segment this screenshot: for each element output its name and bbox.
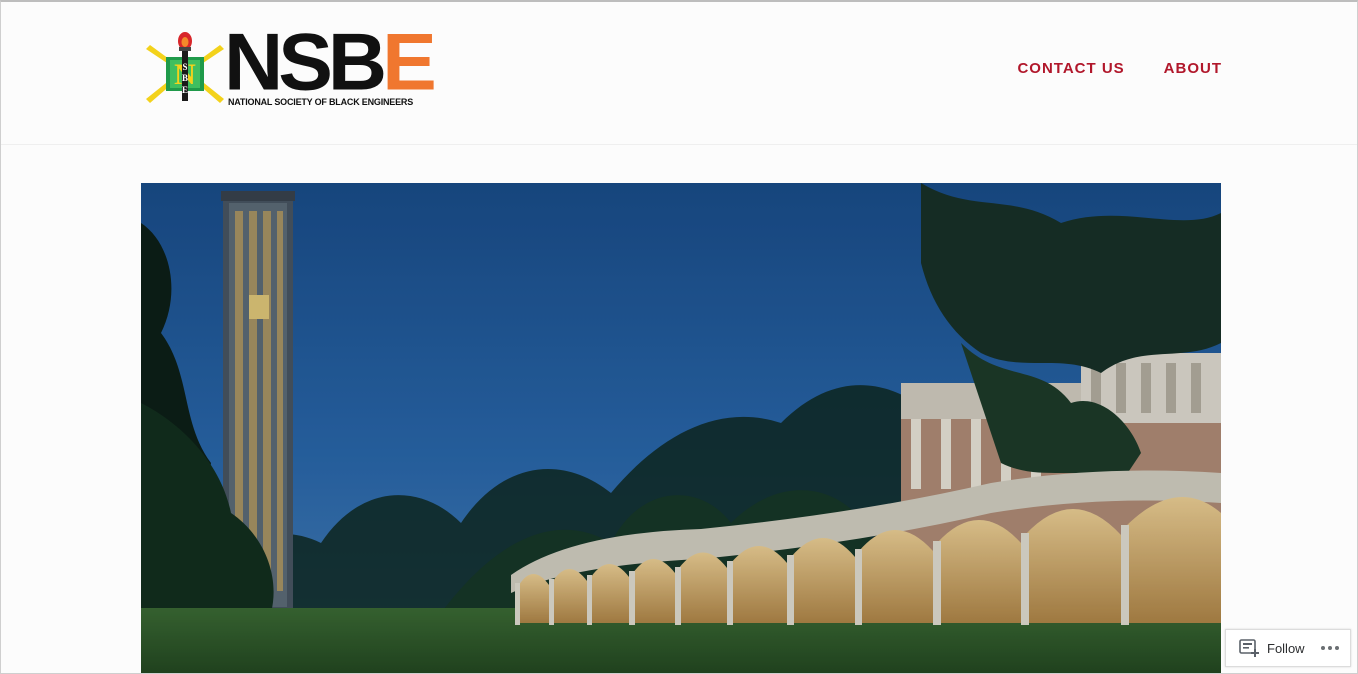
- ellipsis-icon[interactable]: [1321, 646, 1339, 650]
- ellipsis-dot: [1321, 646, 1325, 650]
- svg-text:E: E: [182, 85, 188, 95]
- logo-wordmark-suffix: E: [382, 17, 437, 108]
- ellipsis-dot: [1328, 646, 1332, 650]
- ellipsis-dot: [1335, 646, 1339, 650]
- hero-image: [141, 183, 1221, 673]
- logo-wordmark-prefix: NSB: [224, 17, 387, 108]
- primary-nav: CONTACT US ABOUT: [1017, 60, 1222, 77]
- nav-about-link[interactable]: ABOUT: [1164, 60, 1222, 77]
- campus-photo-icon: [141, 183, 1221, 673]
- page-frame: N S B E NSBE NATIONAL SOCIETY OF BLACK E…: [0, 0, 1358, 674]
- site-header: N S B E NSBE NATIONAL SOCIETY OF BLACK E…: [1, 2, 1357, 145]
- svg-text:B: B: [182, 73, 188, 83]
- svg-text:S: S: [182, 62, 187, 72]
- logo-subtitle: NATIONAL SOCIETY OF BLACK ENGINEERS: [228, 97, 414, 107]
- follow-label: Follow: [1267, 640, 1305, 656]
- reader-follow-icon: [1239, 639, 1259, 657]
- follow-button[interactable]: Follow: [1225, 629, 1351, 667]
- nsbe-emblem-icon: N S B E: [146, 32, 224, 103]
- nav-contact-us-link[interactable]: CONTACT US: [1017, 60, 1124, 77]
- site-logo[interactable]: N S B E NSBE NATIONAL SOCIETY OF BLACK E…: [146, 22, 437, 112]
- logo-wordmark: NSBE: [224, 22, 437, 102]
